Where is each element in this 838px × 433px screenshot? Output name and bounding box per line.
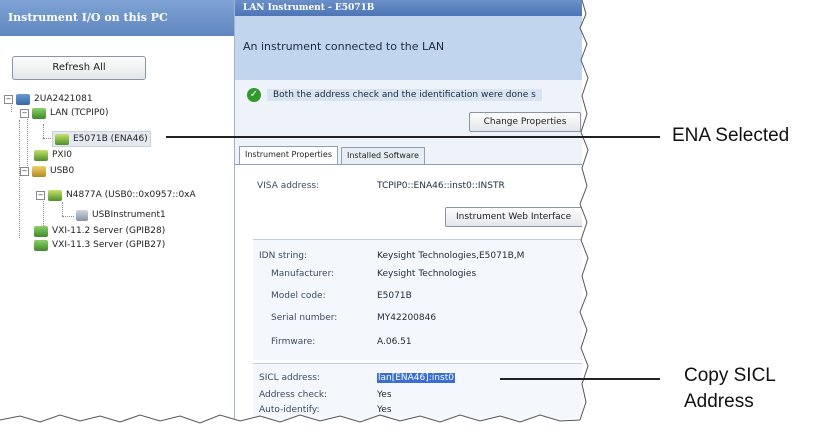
sicl-address-value[interactable]: lan[ENA46]:inst0 (377, 373, 455, 383)
visa-address-value[interactable]: TCPIP0::ENA46::inst0::INSTR (377, 181, 505, 191)
tree-node-label: LAN (TCPIP0) (50, 108, 109, 118)
tree-node-usb[interactable]: − USB0 (20, 164, 74, 178)
collapse-icon[interactable]: − (4, 94, 13, 104)
tree-node-e5071b[interactable]: E5071B (ENA46) (52, 131, 151, 147)
ena-selected-callout: ENA Selected (672, 125, 790, 146)
description-text: An instrument connected to the LAN (243, 40, 445, 53)
sicl-address-label: SICL address: (259, 373, 320, 383)
sicl-address-selection[interactable]: lan[ENA46]:inst0 (377, 373, 455, 383)
status-text: Both the address check and the identific… (267, 89, 542, 101)
tree-node-n4877a[interactable]: − N4877A (USB0::0x0957::0xA (36, 188, 196, 202)
firmware-value[interactable]: A.06.51 (377, 337, 412, 347)
tree-node-label: E5071B (ENA46) (73, 134, 148, 144)
screenshot-area: Instrument I/O on this PC Refresh All − … (0, 0, 582, 420)
collapse-icon[interactable]: − (36, 190, 45, 200)
serial-number-value[interactable]: MY42200846 (377, 313, 436, 323)
status-row: ✓ Both the address check and the identif… (247, 87, 582, 103)
pxi-icon (34, 149, 48, 161)
properties-tabs: Instrument Properties Installed Software (235, 146, 582, 165)
tree-node-label: VXI-11.3 Server (GPIB27) (52, 240, 166, 250)
network-icon (34, 225, 48, 237)
computer-icon (16, 93, 30, 105)
copy-sicl-callout-line1: Copy SICL (684, 365, 776, 386)
instrument-detail-panel: LAN Instrument - E5071B An instrument co… (235, 0, 582, 420)
checkmark-icon: ✓ (247, 88, 261, 102)
visa-address-label: VISA address: (257, 181, 320, 191)
network-icon (32, 107, 46, 119)
tree-node-label: USBInstrument1 (92, 210, 166, 220)
copy-sicl-callout-line2: Address (684, 391, 754, 412)
ena-selected-pointer (166, 136, 660, 138)
instrument-icon (48, 189, 62, 201)
tree-panel-title: Instrument I/O on this PC (0, 0, 234, 36)
collapse-icon[interactable]: − (20, 108, 29, 118)
copy-sicl-pointer (500, 378, 660, 380)
manufacturer-label: Manufacturer: (271, 269, 335, 279)
tree-node-label: VXI-11.2 Server (GPIB28) (52, 226, 166, 236)
instrument-tree-panel: Instrument I/O on this PC Refresh All − … (0, 0, 235, 420)
tree-node-label: N4877A (USB0::0x0957::0xA (66, 190, 196, 200)
instrument-properties-content: VISA address: TCPIP0::ENA46::inst0::INST… (235, 164, 582, 420)
tree-node-computer[interactable]: − 2UA2421081 (4, 92, 93, 106)
usb-device-icon (76, 209, 88, 221)
instrument-description: An instrument connected to the LAN (235, 16, 582, 80)
instrument-web-interface-button[interactable]: Instrument Web Interface (445, 207, 582, 227)
tree-node-label: USB0 (50, 166, 75, 176)
tab-installed-software[interactable]: Installed Software (341, 147, 425, 164)
auto-identify-value: Yes (377, 405, 392, 415)
address-check-label: Address check: (259, 390, 328, 400)
instrument-icon (55, 133, 69, 145)
tree-node-label: PXI0 (52, 150, 72, 160)
auto-identify-label: Auto-identify: (259, 405, 320, 415)
manufacturer-value[interactable]: Keysight Technologies (377, 269, 476, 279)
tree-node-vxi-11-3[interactable]: VXI-11.3 Server (GPIB27) (34, 238, 165, 252)
idn-string-value[interactable]: Keysight Technologies,E5071B,M (377, 251, 524, 261)
change-properties-button[interactable]: Change Properties (469, 112, 581, 132)
usb-icon (32, 165, 46, 177)
serial-number-label: Serial number: (271, 313, 338, 323)
tree-node-pxi[interactable]: PXI0 (34, 148, 72, 162)
model-code-label: Model code: (271, 291, 326, 301)
tree-node-usbinstrument1[interactable]: USBInstrument1 (76, 208, 166, 222)
collapse-icon[interactable]: − (20, 166, 29, 176)
model-code-value[interactable]: E5071B (377, 291, 412, 301)
firmware-label: Firmware: (271, 337, 316, 347)
detail-panel-title: LAN Instrument - E5071B (235, 0, 582, 16)
refresh-all-button[interactable]: Refresh All (12, 56, 146, 80)
tree-node-vxi-11-2[interactable]: VXI-11.2 Server (GPIB28) (34, 224, 165, 238)
address-check-value: Yes (377, 390, 392, 400)
tab-instrument-properties[interactable]: Instrument Properties (239, 146, 338, 165)
network-icon (34, 239, 48, 251)
tree-node-label: 2UA2421081 (34, 94, 93, 104)
idn-string-label: IDN string: (259, 251, 308, 261)
tree-node-lan[interactable]: − LAN (TCPIP0) (20, 106, 108, 120)
